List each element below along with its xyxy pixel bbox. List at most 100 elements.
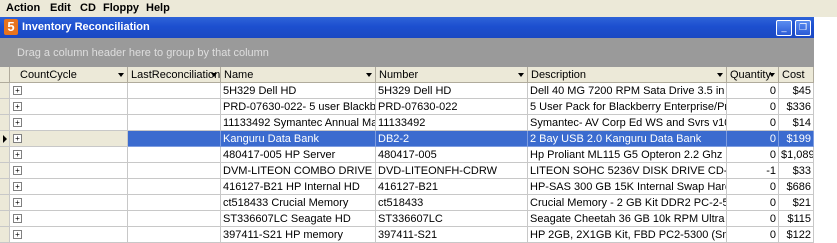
description-cell[interactable]: LITEON SOHC 5236V DISK DRIVE CD-RW-DVD-R [528,163,727,179]
number-cell[interactable]: DVD-LITEONFH-CDRW [376,163,528,179]
expand-row-icon[interactable]: + [13,166,22,175]
dropdown-arrow-icon[interactable] [769,73,775,77]
expand-row-icon[interactable]: + [13,102,22,111]
number-cell[interactable]: 416127-B21 [376,179,528,195]
name-cell[interactable]: Kanguru Data Bank [221,131,376,147]
quantity-cell[interactable]: 0 [727,195,779,211]
cost-cell[interactable]: $199 [779,131,814,147]
menu-floppy[interactable]: Floppy [103,2,139,14]
expand-row-icon[interactable]: + [13,150,22,159]
description-cell[interactable]: Hp Proliant ML115 G5 Opteron 2.2 Ghz 2 G… [528,147,727,163]
expand-row-icon[interactable]: + [13,86,22,95]
lastreconciliation-cell[interactable] [128,227,221,243]
name-cell[interactable]: 11133492 Symantec Annual Maint [221,115,376,131]
cost-cell[interactable]: $336 [779,99,814,115]
column-header-name[interactable]: Name [221,67,376,83]
expand-row-icon[interactable]: + [13,182,22,191]
quantity-cell[interactable]: 0 [727,83,779,99]
lastreconciliation-cell[interactable] [128,211,221,227]
dropdown-arrow-icon[interactable] [518,73,524,77]
restore-button[interactable]: ❐ [795,20,811,36]
description-cell[interactable]: Dell 40 MG 7200 RPM Sata Drive 3.5 in [528,83,727,99]
description-cell[interactable]: 2 Bay USB 2.0 Kanguru Data Bank [528,131,727,147]
column-header-quantity[interactable]: Quantity [727,67,779,83]
quantity-cell[interactable]: 0 [727,179,779,195]
number-cell[interactable]: PRD-07630-022 [376,99,528,115]
description-cell[interactable]: 5 User Pack for Blackberry Enterprise/Pr… [528,99,727,115]
group-by-panel[interactable]: Drag a column header here to group by th… [0,38,814,67]
name-cell[interactable]: ST336607LC Seagate HD [221,211,376,227]
number-cell[interactable]: 5H329 Dell HD [376,83,528,99]
name-cell[interactable]: 480417-005 HP Server [221,147,376,163]
quantity-cell[interactable]: 0 [727,227,779,243]
table-row[interactable]: + Kanguru Data Bank DB2-2 2 Bay USB 2.0 Kan… [0,131,814,147]
description-cell[interactable]: HP-SAS 300 GB 15K Internal Swap Hard Dri… [528,179,727,195]
countcycle-cell[interactable]: + [10,227,128,243]
lastreconciliation-cell[interactable] [128,83,221,99]
countcycle-cell[interactable]: + [10,147,128,163]
cost-cell[interactable]: $1,089 [779,147,814,163]
menu-action[interactable]: Action [6,2,40,14]
lastreconciliation-cell[interactable] [128,179,221,195]
table-row[interactable]: + DVM-LITEON COMBO DRIVE DVD-LITEONFH-CDRW… [0,163,814,179]
table-row[interactable]: + ST336607LC Seagate HD ST336607LC Seagate … [0,211,814,227]
expand-row-icon[interactable]: + [13,134,22,143]
name-cell[interactable]: DVM-LITEON COMBO DRIVE [221,163,376,179]
number-cell[interactable]: ct518433 [376,195,528,211]
table-row[interactable]: +11133492 Symantec Annual Maint 11133492 S… [0,115,814,131]
column-header-lastreconciliation[interactable]: LastReconciliation [128,67,221,83]
description-cell[interactable]: Symantec- AV Corp Ed WS and Svrs v10.2 A… [528,115,727,131]
lastreconciliation-cell[interactable] [128,131,221,147]
cost-cell[interactable]: $45 [779,83,814,99]
quantity-cell[interactable]: 0 [727,211,779,227]
expand-row-icon[interactable]: + [13,198,22,207]
cost-cell[interactable]: $21 [779,195,814,211]
countcycle-cell[interactable]: + [10,115,128,131]
number-cell[interactable]: 397411-S21 [376,227,528,243]
number-cell[interactable]: ST336607LC [376,211,528,227]
dropdown-arrow-icon[interactable] [717,73,723,77]
column-header-countcycle[interactable]: CountCycle [10,67,128,83]
cost-cell[interactable]: $115 [779,211,814,227]
table-row[interactable]: +480417-005 HP Server 480417-005 Hp Prolia… [0,147,814,163]
lastreconciliation-cell[interactable] [128,99,221,115]
cost-cell[interactable]: $14 [779,115,814,131]
menu-help[interactable]: Help [146,2,170,14]
number-cell[interactable]: DB2-2 [376,131,528,147]
countcycle-cell[interactable]: + [10,83,128,99]
name-cell[interactable]: PRD-07630-022- 5 user Blackberr [221,99,376,115]
dropdown-arrow-icon[interactable] [211,73,217,77]
description-cell[interactable]: Seagate Cheetah 36 GB 10k RPM Ultra 320 … [528,211,727,227]
name-cell[interactable]: 5H329 Dell HD [221,83,376,99]
number-cell[interactable]: 480417-005 [376,147,528,163]
name-cell[interactable]: ct518433 Crucial Memory [221,195,376,211]
number-cell[interactable]: 11133492 [376,115,528,131]
table-row[interactable]: + PRD-07630-022- 5 user Blackberr PRD-0763… [0,99,814,115]
quantity-cell[interactable]: 0 [727,147,779,163]
countcycle-cell[interactable]: + [10,99,128,115]
quantity-cell[interactable]: 0 [727,115,779,131]
column-header-cost[interactable]: Cost [779,67,814,83]
lastreconciliation-cell[interactable] [128,115,221,131]
lastreconciliation-cell[interactable] [128,195,221,211]
table-row[interactable]: +5H329 Dell HD 5H329 Dell HD Dell 40 MG 72… [0,83,814,99]
dropdown-arrow-icon[interactable] [366,73,372,77]
countcycle-cell[interactable]: + [10,195,128,211]
table-row[interactable]: +397411-S21 HP memory 397411-S21 HP 2GB, 2… [0,227,814,243]
description-cell[interactable]: Crucial Memory - 2 GB Kit DDR2 PC-2-5300… [528,195,727,211]
cost-cell[interactable]: $686 [779,179,814,195]
name-cell[interactable]: 416127-B21 HP Internal HD [221,179,376,195]
minimize-button[interactable]: _ [776,20,792,36]
expand-row-icon[interactable]: + [13,214,22,223]
countcycle-cell[interactable]: + [10,163,128,179]
quantity-cell[interactable]: -1 [727,163,779,179]
lastreconciliation-cell[interactable] [128,147,221,163]
expand-row-icon[interactable]: + [13,230,22,239]
menu-cd[interactable]: CD [80,2,96,14]
cost-cell[interactable]: $33 [779,163,814,179]
countcycle-cell[interactable]: + [10,179,128,195]
cost-cell[interactable]: $122 [779,227,814,243]
menu-edit[interactable]: Edit [50,2,71,14]
quantity-cell[interactable]: 0 [727,99,779,115]
lastreconciliation-cell[interactable] [128,163,221,179]
